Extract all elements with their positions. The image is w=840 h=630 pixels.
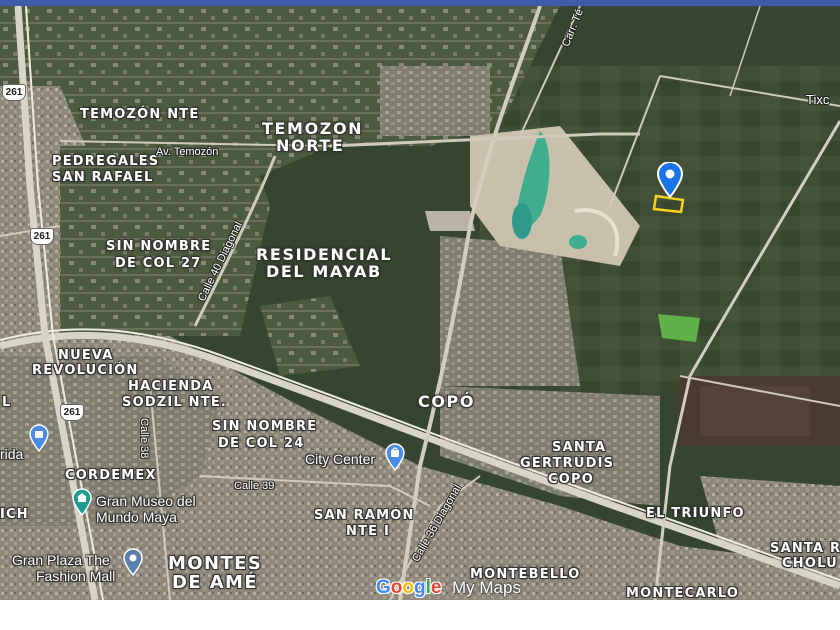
label-temozon: TEMOZON	[262, 119, 364, 138]
label-del-mayab: DEL MAYAB	[266, 262, 382, 281]
highway-261-shield: 261	[2, 84, 26, 101]
my-maps-wordmark: My Maps	[452, 578, 521, 597]
label-cordemex: CORDEMEX	[65, 468, 157, 483]
label-temozon-nte: TEMOZÓN NTE	[80, 107, 200, 122]
place-merida-partial[interactable]: rida	[0, 447, 23, 462]
label-san-ramon: SAN RAMÓN	[314, 508, 415, 523]
label-de-col-27: DE COL 27	[115, 256, 202, 271]
label-copo: COPÓ	[418, 392, 476, 411]
street-av-temozon: Av. Temozón	[156, 146, 219, 158]
location-pin-icon[interactable]	[656, 162, 684, 198]
shopping-bag-pin-icon[interactable]	[384, 443, 406, 471]
highway-261-shield: 261	[60, 404, 84, 421]
label-sin-nombre-24: SIN NOMBRE	[212, 419, 318, 434]
label-sin-nombre-27: SIN NOMBRE	[106, 239, 212, 254]
place-gran-plaza[interactable]: Gran Plaza The	[12, 553, 110, 568]
place-mundo-maya: Mundo Maya	[96, 509, 177, 525]
label-ich: ICH	[0, 507, 29, 522]
satellite-map[interactable]: TEMOZÓN NTE TEMOZON NORTE PEDREGALES SAN…	[0, 6, 840, 600]
place-fashion-mall: Fashion Mall	[36, 568, 116, 584]
label-nte-i: NTE I	[346, 524, 390, 539]
mall-pin-icon[interactable]	[122, 548, 144, 576]
museum-pin-icon[interactable]	[71, 488, 93, 516]
label-santa-r: SANTA R	[770, 541, 840, 556]
bottom-margin	[0, 600, 840, 630]
shopping-bag-pin-icon[interactable]	[28, 424, 50, 452]
street-calle-38: Calle 38	[138, 418, 150, 459]
label-residencial: RESIDENCIAL	[256, 245, 393, 264]
label-montecarlo: MONTECARLO	[626, 586, 740, 601]
label-norte: NORTE	[276, 136, 345, 155]
label-hacienda: HACIENDA	[128, 379, 214, 394]
label-el-triunfo: EL TRIUNFO	[646, 506, 745, 521]
place-gran-museo[interactable]: Gran Museo del	[96, 494, 196, 509]
label-cholu: CHOLU	[782, 556, 838, 571]
label-de-ame: DE AMÉ	[172, 572, 259, 593]
label-santa: SANTA	[552, 440, 607, 455]
highway-261-shield: 261	[30, 228, 54, 245]
label-l: L	[2, 395, 12, 410]
street-calle-39: Calle 39	[234, 480, 275, 492]
google-logo: Google	[376, 577, 442, 598]
label-copo-santa: COPO	[548, 472, 594, 487]
label-sodzil-nte: SODZIL NTE.	[122, 395, 228, 410]
label-nueva: NUEVA	[58, 348, 114, 363]
label-revolucion: REVOLUCIÓN	[32, 363, 139, 378]
label-gertrudis: GERTRUDIS	[520, 456, 615, 471]
label-de-col-24: DE COL 24	[218, 436, 305, 451]
street-tixc: Tixc	[806, 92, 830, 107]
place-city-center[interactable]: City Center	[305, 452, 375, 467]
label-san-rafael: SAN RAFAEL	[52, 170, 154, 185]
label-montes: MONTES	[168, 553, 263, 574]
label-pedregales: PEDREGALES	[52, 154, 160, 169]
